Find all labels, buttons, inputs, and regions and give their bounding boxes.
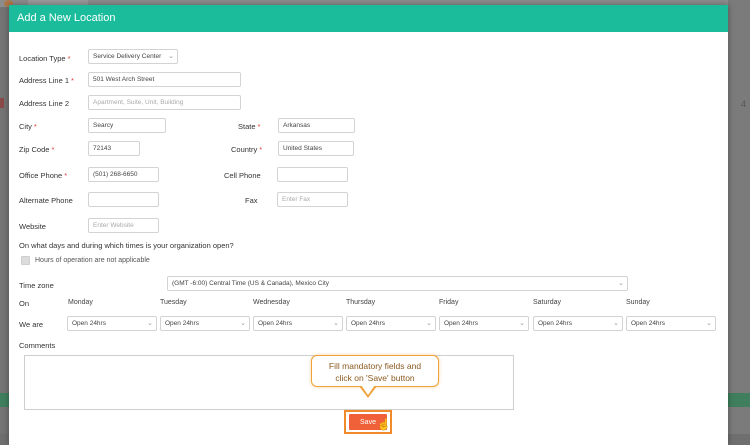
city-input[interactable] — [88, 118, 166, 133]
we-are-label: We are — [19, 320, 44, 329]
comments-label: Comments — [19, 341, 56, 350]
hours-select-sunday[interactable]: Open 24hrs ⌄ — [626, 316, 716, 331]
chevron-down-icon: ⌄ — [618, 280, 624, 287]
day-label-monday: Monday — [68, 299, 93, 306]
fax-input[interactable] — [277, 192, 348, 207]
chevron-down-icon: ⌄ — [613, 320, 619, 327]
chevron-down-icon: ⌄ — [426, 320, 432, 327]
day-label-sunday: Sunday — [626, 299, 650, 306]
hours-question: On what days and during which times is y… — [19, 241, 234, 250]
zip-code-input[interactable] — [88, 141, 140, 156]
instruction-callout: Fill mandatory fields and click on 'Save… — [311, 355, 439, 387]
hours-select-tuesday[interactable]: Open 24hrs ⌄ — [160, 316, 250, 331]
comments-textarea[interactable] — [24, 355, 514, 410]
background-green-bar-left — [0, 393, 9, 407]
hours-select-saturday[interactable]: Open 24hrs ⌄ — [533, 316, 623, 331]
cell-phone-label: Cell Phone — [224, 171, 261, 180]
chevron-down-icon: ⌄ — [168, 53, 174, 60]
office-phone-label: Office Phone * — [19, 171, 68, 180]
fax-label: Fax — [245, 196, 258, 205]
city-label: City * — [19, 122, 37, 131]
hand-pointer-icon: ☝ — [377, 419, 391, 431]
hours-select-thursday[interactable]: Open 24hrs ⌄ — [346, 316, 436, 331]
timezone-label: Time zone — [19, 281, 54, 290]
chevron-down-icon: ⌄ — [240, 320, 246, 327]
day-label-saturday: Saturday — [533, 299, 562, 306]
address-line-2-label: Address Line 2 — [19, 99, 70, 108]
hours-select-wednesday[interactable]: Open 24hrs ⌄ — [253, 316, 343, 331]
on-label: On — [19, 299, 30, 308]
background-marker — [0, 98, 4, 108]
background-green-bar-right — [728, 393, 750, 407]
alternate-phone-label: Alternate Phone — [19, 196, 73, 205]
location-type-label: Location Type * — [19, 54, 71, 63]
zip-code-label: Zip Code * — [19, 145, 55, 154]
timezone-select[interactable]: (GMT -6:00) Central Time (US & Canada), … — [167, 276, 628, 291]
day-label-thursday: Thursday — [346, 299, 376, 306]
website-label: Website — [19, 222, 46, 231]
chevron-down-icon: ⌄ — [519, 320, 525, 327]
alternate-phone-input[interactable] — [88, 192, 159, 207]
callout-line-1: Fill mandatory fields and — [328, 361, 422, 371]
website-input[interactable] — [88, 218, 159, 233]
day-label-friday: Friday — [439, 299, 459, 306]
chevron-down-icon: ⌄ — [333, 320, 339, 327]
background-number: 4 — [741, 99, 747, 109]
background-right-strip — [728, 0, 750, 434]
hours-not-applicable-label: Hours of operation are not applicable — [35, 257, 150, 264]
state-input[interactable] — [278, 118, 355, 133]
address-line-1-input[interactable] — [88, 72, 241, 87]
location-type-select[interactable]: Service Delivery Center ⌄ — [88, 49, 178, 64]
hours-select-monday[interactable]: Open 24hrs ⌄ — [67, 316, 157, 331]
chevron-down-icon: ⌄ — [147, 320, 153, 327]
office-phone-input[interactable] — [88, 167, 159, 182]
address-line-2-input[interactable] — [88, 95, 241, 110]
cell-phone-input[interactable] — [277, 167, 348, 182]
modal-title: Add a New Location — [17, 12, 116, 24]
hours-not-applicable-checkbox[interactable] — [21, 256, 30, 265]
country-input[interactable] — [278, 141, 354, 156]
country-label: Country * — [231, 145, 263, 154]
address-line-1-label: Address Line 1 * — [19, 76, 74, 85]
callout-line-2: click on 'Save' button — [335, 373, 415, 383]
chevron-down-icon: ⌄ — [706, 320, 712, 327]
day-label-wednesday: Wednesday — [253, 299, 290, 306]
day-label-tuesday: Tuesday — [160, 299, 187, 306]
callout-tail-inner — [361, 385, 375, 395]
state-label: State * — [238, 122, 261, 131]
modal-header: Add a New Location — [9, 5, 728, 32]
hours-select-friday[interactable]: Open 24hrs ⌄ — [439, 316, 529, 331]
